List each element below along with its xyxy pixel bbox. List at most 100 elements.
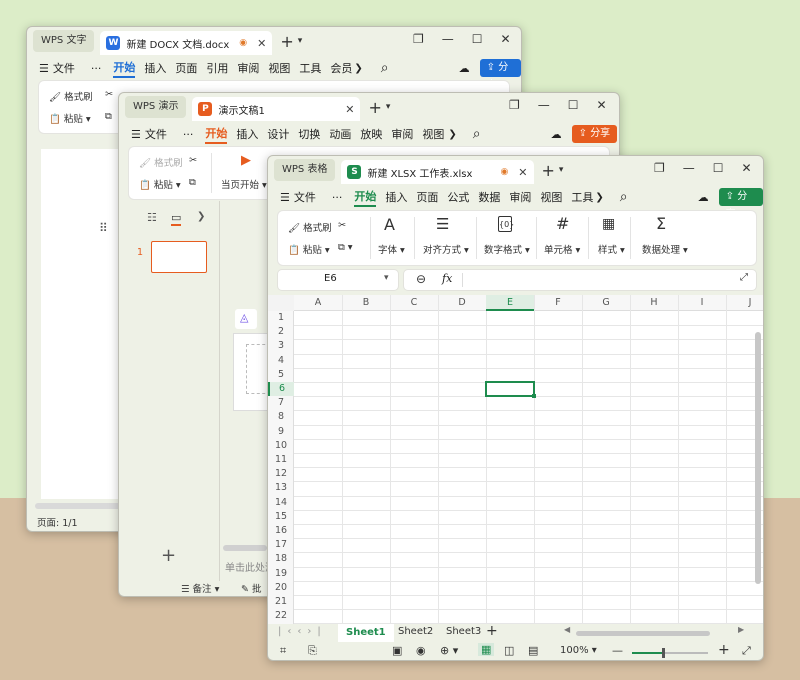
add-sheet-icon[interactable]: +: [486, 623, 498, 639]
menu-icon[interactable]: ☰: [131, 128, 141, 141]
search-icon[interactable]: ⌕: [620, 189, 628, 205]
row-header-1[interactable]: 1: [268, 311, 294, 325]
tab-tools[interactable]: 工具: [571, 189, 593, 205]
v-scrollbar[interactable]: [755, 332, 761, 584]
tab-slideshow[interactable]: 放映: [360, 126, 382, 142]
active-cell[interactable]: [485, 381, 536, 399]
tab-formula[interactable]: 公式: [447, 189, 469, 205]
zoom-slider-thumb[interactable]: [662, 648, 665, 658]
close-icon[interactable]: ✕: [501, 32, 511, 46]
zoom-formula-icon[interactable]: ⊖: [416, 272, 426, 286]
writer-app-name[interactable]: WPS 文字: [33, 30, 95, 52]
sheet-tab-2[interactable]: Sheet2: [398, 626, 433, 637]
align-button[interactable]: 对齐方式 ▾: [423, 242, 469, 256]
fx-icon[interactable]: fx: [442, 272, 452, 285]
zoom-in-icon[interactable]: +: [718, 642, 730, 658]
ai-assistant-icon[interactable]: ◬: [235, 309, 257, 329]
file-menu[interactable]: 文件: [294, 189, 316, 205]
new-tab-icon[interactable]: +: [542, 161, 555, 180]
column-header-h[interactable]: H: [630, 295, 678, 311]
row-header-12[interactable]: 12: [268, 467, 294, 481]
tab-transition[interactable]: 切换: [298, 126, 320, 142]
comment-button[interactable]: ✎ 批: [241, 581, 262, 595]
scroll-right-icon[interactable]: ❯: [448, 129, 456, 140]
minimize-icon[interactable]: —: [683, 161, 695, 175]
play-icon[interactable]: ▶: [241, 153, 251, 168]
row-header-3[interactable]: 3: [268, 339, 294, 353]
protect-icon[interactable]: ▣: [392, 644, 402, 657]
slide-thumbnail[interactable]: [151, 241, 207, 273]
name-box[interactable]: E6 ▾: [278, 270, 398, 290]
row-header-8[interactable]: 8: [268, 410, 294, 424]
page-break-icon[interactable]: ▤: [528, 644, 538, 657]
row-header-18[interactable]: 18: [268, 552, 294, 566]
cloud-icon[interactable]: ☁: [551, 128, 562, 141]
tab-design[interactable]: 设计: [267, 126, 289, 142]
tab-insert[interactable]: 插入: [236, 126, 258, 142]
tab-view[interactable]: 视图: [422, 126, 444, 142]
column-header-e[interactable]: E: [486, 295, 534, 311]
thumbnail-view-icon[interactable]: ▭: [171, 211, 182, 226]
row-header-21[interactable]: 21: [268, 595, 294, 609]
column-header-j[interactable]: J: [726, 295, 763, 311]
tab-home[interactable]: 开始: [205, 125, 228, 144]
normal-view-icon[interactable]: ▦: [478, 643, 495, 656]
column-header-g[interactable]: G: [582, 295, 630, 311]
notes-button[interactable]: ☰ 备注 ▾: [181, 581, 219, 595]
copy-icon[interactable]: ⧉: [105, 111, 112, 122]
cut-icon[interactable]: ✂: [338, 220, 346, 231]
h-scrollbar[interactable]: [576, 631, 710, 636]
formula-bar[interactable]: ⊖ fx ⤢: [404, 270, 756, 290]
number-format-button[interactable]: 数字格式 ▾: [484, 242, 530, 256]
share-button[interactable]: ⇪ 分享: [718, 188, 763, 220]
close-icon[interactable]: ✕: [742, 161, 752, 175]
column-header-b[interactable]: B: [342, 295, 390, 311]
share-button[interactable]: ⇪ 分享: [571, 125, 618, 143]
zoom-slider[interactable]: [632, 648, 708, 658]
row-header-10[interactable]: 10: [268, 439, 294, 453]
present-doc-tab[interactable]: P 演示文稿1 ✕: [192, 97, 361, 121]
close-tab-icon[interactable]: ✕: [257, 37, 266, 50]
maximize-icon[interactable]: ☐: [568, 98, 579, 112]
tab-dropdown-icon[interactable]: ▾: [298, 36, 303, 46]
row-header-13[interactable]: 13: [268, 481, 294, 495]
doc-info-icon[interactable]: ⎘: [308, 644, 317, 658]
sheet-doc-tab[interactable]: S 新建 XLSX 工作表.xlsx ◉ ✕: [341, 160, 534, 184]
tab-tools[interactable]: 工具: [299, 60, 321, 76]
cloud-icon[interactable]: ☁: [698, 191, 709, 204]
present-h-scrollbar[interactable]: [223, 545, 267, 551]
scroll-left-icon[interactable]: ◀: [564, 625, 570, 634]
row-header-5[interactable]: 5: [268, 368, 294, 382]
page-view-icon[interactable]: ◫: [504, 644, 514, 657]
tab-home[interactable]: 开始: [354, 188, 377, 207]
cut-icon[interactable]: ✂: [189, 155, 197, 166]
cloud-icon[interactable]: ☁: [459, 62, 470, 75]
copy-button[interactable]: ⧉ ▾: [338, 242, 353, 253]
crosshair-icon[interactable]: ⊕ ▾: [440, 644, 458, 657]
search-icon[interactable]: ⌕: [473, 126, 481, 142]
eye-icon[interactable]: ◉: [416, 644, 426, 657]
minimize-icon[interactable]: —: [442, 32, 454, 46]
new-tab-icon[interactable]: +: [368, 98, 381, 117]
cut-icon[interactable]: ✂: [105, 89, 113, 100]
more-menu[interactable]: ···: [332, 191, 343, 204]
scroll-right-icon[interactable]: ❯: [354, 63, 362, 74]
sheet-tab-active[interactable]: Sheet1: [338, 624, 394, 642]
sheet-tab-3[interactable]: Sheet3: [446, 626, 481, 637]
format-painter-button[interactable]: 🖌 格式刷: [288, 220, 332, 234]
expand-formula-icon[interactable]: ⤢: [740, 272, 748, 283]
row-header-7[interactable]: 7: [268, 396, 294, 410]
more-menu[interactable]: ···: [91, 62, 102, 75]
fullscreen-icon[interactable]: ⤢: [742, 644, 751, 658]
scroll-right-icon[interactable]: ❯: [595, 192, 603, 203]
add-slide-icon[interactable]: +: [161, 545, 176, 566]
row-header-19[interactable]: 19: [268, 567, 294, 581]
tab-page[interactable]: 页面: [175, 60, 197, 76]
tab-review[interactable]: 审阅: [391, 126, 413, 142]
outline-view-icon[interactable]: ☷: [147, 211, 157, 224]
tab-member[interactable]: 会员: [330, 60, 352, 76]
row-header-16[interactable]: 16: [268, 524, 294, 538]
column-header-a[interactable]: A: [294, 295, 342, 311]
tab-reference[interactable]: 引用: [206, 60, 228, 76]
row-header-6[interactable]: 6: [268, 382, 294, 397]
